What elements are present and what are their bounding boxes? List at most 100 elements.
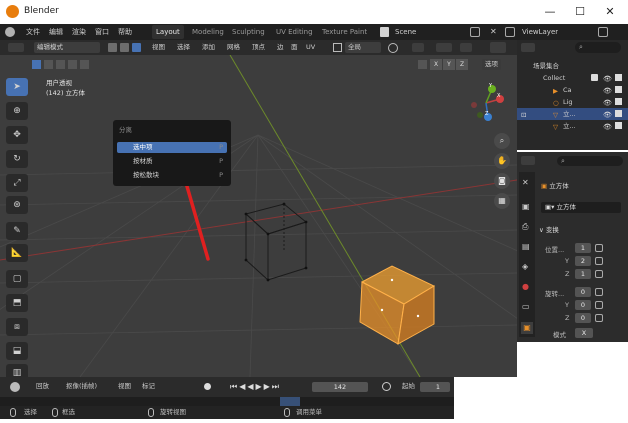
lock-location-y-icon[interactable]: [595, 257, 603, 265]
properties-search-icon[interactable]: ⌕: [557, 156, 623, 166]
menu-edge[interactable]: 边: [277, 42, 284, 53]
timeline-editor-icon[interactable]: [10, 382, 20, 392]
view-layer-browse-icon[interactable]: [598, 27, 608, 37]
separate-by-material-item[interactable]: 按材质 P: [117, 156, 227, 167]
proportional-edit-icon[interactable]: [460, 43, 472, 52]
lock-rotation-x-icon[interactable]: [595, 288, 603, 296]
cube-1-visibility-icon[interactable]: 👁: [603, 109, 612, 120]
outliner-light-row[interactable]: ○ Lig 👁: [517, 96, 628, 108]
location-x-field[interactable]: 1: [575, 243, 591, 253]
menu-help[interactable]: 帮助: [118, 26, 132, 38]
scene-name[interactable]: Scene: [395, 26, 416, 38]
3d-viewport[interactable]: X Y Z ⌕ ✋ ◙ ▦ X Y Z 选项: [0, 55, 517, 377]
close-button[interactable]: ✕: [596, 3, 624, 21]
lock-rotation-z-icon[interactable]: [595, 314, 603, 322]
rotate-tool-icon[interactable]: ↻: [6, 150, 28, 168]
scale-tool-icon[interactable]: ⤢: [6, 174, 28, 192]
menu-select[interactable]: 选择: [177, 42, 190, 53]
annotate-tool-icon[interactable]: ✎: [6, 222, 28, 240]
navigation-gizmo[interactable]: [466, 83, 506, 123]
add-cube-tool-icon[interactable]: ▢: [6, 270, 28, 288]
separate-selection-item[interactable]: 选中项 P: [117, 142, 227, 153]
rotation-y-field[interactable]: 0: [575, 300, 591, 310]
maximize-button[interactable]: ☐: [566, 3, 594, 21]
view-layer-tab-icon[interactable]: ▤: [522, 242, 532, 252]
outliner-search-icon[interactable]: ⌕: [575, 42, 621, 53]
menu-uv[interactable]: UV: [306, 42, 315, 53]
outliner-collection[interactable]: Collect 👁: [517, 72, 628, 84]
playhead-marker[interactable]: [280, 397, 300, 406]
location-y-field[interactable]: 2: [575, 256, 591, 266]
outliner-editor-icon[interactable]: [521, 43, 535, 52]
select-mode-extend-icon[interactable]: [44, 60, 53, 69]
location-z-field[interactable]: 1: [575, 269, 591, 279]
mirror-y-toggle[interactable]: Y: [443, 59, 455, 70]
camera-render-icon[interactable]: [615, 86, 622, 93]
rotation-x-field[interactable]: 0: [575, 287, 591, 297]
transform-tool-icon[interactable]: ⊛: [6, 196, 28, 214]
cursor-tool-icon[interactable]: ⊕: [6, 102, 28, 120]
menu-render[interactable]: 渲染: [72, 26, 86, 38]
object-tab-icon[interactable]: ▣: [521, 322, 533, 334]
minimize-button[interactable]: —: [536, 3, 564, 21]
tab-uv-editing[interactable]: UV Editing: [272, 25, 317, 39]
current-frame-field[interactable]: 142: [312, 382, 368, 392]
outliner-cube-row-2[interactable]: ▽ 立... 👁: [517, 120, 628, 132]
snap-target-icon[interactable]: [436, 43, 452, 52]
menu-vertex[interactable]: 顶点: [252, 42, 265, 53]
light-render-icon[interactable]: [615, 98, 622, 105]
transform-orientation-dropdown[interactable]: 全局: [345, 42, 381, 53]
menu-add[interactable]: 添加: [202, 42, 215, 53]
inset-tool-icon[interactable]: ⧈: [6, 318, 28, 336]
marker-menu[interactable]: 标记: [142, 381, 155, 392]
outliner-camera-row[interactable]: ▶ Ca 👁: [517, 84, 628, 96]
measure-tool-icon[interactable]: 📐: [6, 244, 28, 262]
tool-tab-icon[interactable]: ✕: [522, 178, 532, 188]
collection-checkbox-icon[interactable]: [591, 74, 598, 81]
outliner-scene-collection[interactable]: 场景集合: [517, 60, 628, 72]
outliner-cube-row-1[interactable]: ⊡ ▽ 立... 👁: [517, 108, 628, 120]
perspective-toggle-icon[interactable]: ▦: [494, 193, 510, 209]
collection-render-icon[interactable]: [615, 74, 622, 81]
blender-menu-icon[interactable]: [5, 27, 15, 37]
tab-modeling[interactable]: Modeling: [188, 25, 228, 39]
mode-dropdown[interactable]: 编辑模式: [34, 42, 100, 53]
scene-browse-icon[interactable]: [470, 27, 480, 37]
cube-2-render-icon[interactable]: [615, 122, 622, 129]
viewport-shading-icon[interactable]: [490, 42, 506, 53]
render-tab-icon[interactable]: ▣: [522, 202, 532, 212]
menu-face[interactable]: 面: [291, 42, 298, 53]
remove-scene-icon[interactable]: ✕: [490, 28, 498, 36]
select-mode-new-icon[interactable]: [32, 60, 41, 69]
separate-by-loose-parts-item[interactable]: 按松散块 P: [117, 170, 227, 181]
transform-section-header[interactable]: ∨ 变换: [539, 224, 559, 234]
options-dropdown[interactable]: 选项: [482, 59, 501, 70]
timeline-scrub-area[interactable]: [0, 397, 454, 406]
world-tab-icon[interactable]: ●: [522, 282, 532, 292]
tab-texture-paint[interactable]: Texture Paint: [318, 25, 371, 39]
mirror-z-toggle[interactable]: Z: [456, 59, 468, 70]
menu-window[interactable]: 窗口: [95, 26, 109, 38]
mirror-x-toggle[interactable]: X: [430, 59, 442, 70]
snap-toggle-icon[interactable]: [412, 43, 424, 52]
extrude-tool-icon[interactable]: ⬒: [6, 294, 28, 312]
move-tool-icon[interactable]: ✥: [6, 126, 28, 144]
zoom-icon[interactable]: ⌕: [494, 133, 510, 149]
collection-tab-icon[interactable]: ▭: [522, 302, 532, 312]
tab-sculpting[interactable]: Sculpting: [228, 25, 269, 39]
select-box-tool-icon[interactable]: ➤: [6, 78, 28, 96]
lock-rotation-y-icon[interactable]: [595, 301, 603, 309]
menu-file[interactable]: 文件: [26, 26, 40, 38]
start-frame-field[interactable]: 1: [420, 382, 450, 392]
menu-view[interactable]: 视图: [152, 42, 165, 53]
lock-location-x-icon[interactable]: [595, 244, 603, 252]
menu-mesh[interactable]: 网格: [227, 42, 240, 53]
camera-visibility-icon[interactable]: 👁: [603, 85, 612, 96]
cube-2-visibility-icon[interactable]: 👁: [603, 121, 612, 132]
object-name-field[interactable]: ▣▾ 立方体: [541, 202, 621, 213]
edge-select-icon[interactable]: [120, 43, 129, 52]
pan-hand-icon[interactable]: ✋: [494, 153, 510, 169]
select-mode-intersect-icon[interactable]: [80, 60, 89, 69]
output-tab-icon[interactable]: ⎙: [522, 222, 532, 232]
menu-edit[interactable]: 编辑: [49, 26, 63, 38]
